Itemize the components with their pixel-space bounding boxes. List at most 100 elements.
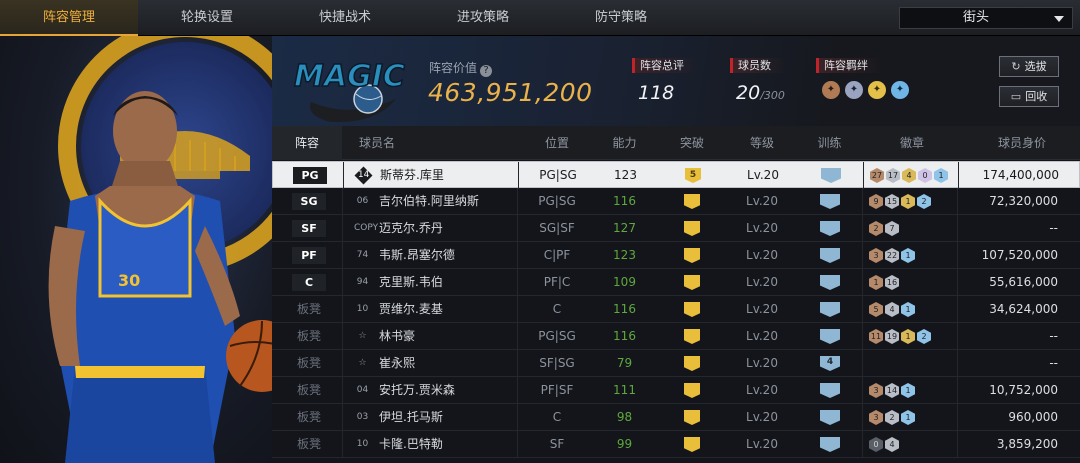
player-name[interactable]: 卡隆.巴特勒	[379, 431, 443, 458]
badge-icon: 17	[886, 168, 900, 183]
column-divider	[517, 377, 518, 404]
column-divider	[517, 215, 518, 242]
tab-offense[interactable]: 进攻策略	[414, 0, 552, 36]
player-name[interactable]: 韦斯.昂塞尔德	[379, 242, 455, 269]
player-level: Lv.20	[746, 356, 778, 370]
player-name[interactable]: 斯蒂芬.库里	[380, 162, 444, 189]
table-row[interactable]: 板凳 ☆ 林书豪 PG|SG 116 Lv.20 11 19 1 2 --	[272, 323, 1080, 350]
slot-bench: 板凳	[296, 410, 321, 424]
player-level: Lv.20	[746, 221, 778, 235]
bond-icon-3[interactable]: ✦	[868, 81, 886, 99]
badge-icon: 1	[901, 383, 915, 398]
player-level: Lv.20	[746, 194, 778, 208]
bond-icon-4[interactable]: ✦	[891, 81, 909, 99]
col-slot: 阵容	[272, 126, 342, 160]
player-name[interactable]: 伊坦.托马斯	[379, 404, 443, 431]
table-row[interactable]: 板凳 04 安托万.贾米森 PF|SF 111 Lv.20 3 14 1 10,752,000	[272, 377, 1080, 404]
jersey-number: 10	[356, 304, 369, 314]
player-name[interactable]: 吉尔伯特.阿里纳斯	[379, 188, 479, 215]
svg-text:30: 30	[118, 271, 140, 290]
training-icon	[820, 410, 840, 425]
badge-icon: 2	[917, 194, 931, 209]
col-badges: 徽章	[899, 136, 924, 150]
table-row[interactable]: 板凳 ☆ 崔永熙 SF|SG 79 Lv.20 4 --	[272, 350, 1080, 377]
slot-badge: C	[292, 274, 326, 291]
player-salary: --	[1049, 329, 1058, 343]
player-name[interactable]: 林书豪	[379, 323, 415, 350]
jersey-number: 94	[356, 277, 369, 287]
badge-icon: 22	[885, 248, 899, 263]
table-row[interactable]: PF 74 韦斯.昂塞尔德 C|PF 123 Lv.20 3 22 1 107,520,000	[272, 242, 1080, 269]
player-level: Lv.20	[746, 437, 778, 451]
player-ability: 79	[616, 356, 633, 370]
table-row[interactable]: SG 06 吉尔伯特.阿里纳斯 PG|SG 116 Lv.20 9 15 1 2 72,320,00…	[272, 188, 1080, 215]
player-count-value: 20/300	[736, 82, 785, 104]
table-row[interactable]: SF COPY 迈克尔.乔丹 SG|SF 127 Lv.20 2 7 --	[272, 215, 1080, 242]
table-row[interactable]: 板凳 03 伊坦.托马斯 C 98 Lv.20 3 2 1 960,000	[272, 404, 1080, 431]
tab-quick-tactics[interactable]: 快捷战术	[276, 0, 414, 36]
player-level: Lv.20	[746, 383, 778, 397]
tab-defense[interactable]: 防守策略	[552, 0, 690, 36]
player-ability: 116	[613, 329, 636, 343]
training-icon	[820, 275, 840, 290]
column-divider	[342, 188, 343, 215]
badge-icon: 16	[885, 275, 899, 290]
player-salary: 107,520,000	[981, 248, 1058, 262]
badge-icon: 3	[869, 383, 883, 398]
badge-list: 541	[869, 302, 915, 317]
column-divider	[862, 215, 863, 242]
player-level: Lv.20	[746, 302, 778, 316]
help-icon[interactable]: ?	[480, 65, 493, 77]
bond-icon-2[interactable]: ✦	[845, 81, 863, 99]
training-icon	[821, 168, 841, 183]
player-ability: 109	[613, 275, 636, 289]
roster-table: 阵容 球员名 位置 能力 突破 等级 训练 徽章 球员身价 PG 14 斯蒂芬.库里…	[272, 126, 1080, 463]
team-logo: MAGIC	[293, 58, 406, 122]
jersey-number: COPY	[354, 223, 379, 233]
table-row[interactable]: C 94 克里斯.韦伯 PF|C 109 Lv.20 1 16 55,616,000	[272, 269, 1080, 296]
mode-select[interactable]: 街头	[899, 7, 1073, 29]
player-name[interactable]: 迈克尔.乔丹	[379, 215, 443, 242]
tab-rotation[interactable]: 轮换设置	[138, 0, 276, 36]
breakthrough-icon	[684, 437, 700, 452]
player-name[interactable]: 贾维尔.麦基	[379, 296, 443, 323]
table-row[interactable]: 板凳 10 卡隆.巴特勒 SF 99 Lv.20 0 4 3,859,200	[272, 431, 1080, 458]
badge-icon: 3	[869, 410, 883, 425]
table-row[interactable]: PG 14 斯蒂芬.库里 PG|SG 123 5 Lv.20 27 17 4 0 1 174,400,0…	[272, 161, 1080, 189]
jersey-number: ☆	[358, 331, 367, 341]
slot-bench: 板凳	[296, 437, 321, 451]
column-divider	[863, 162, 864, 189]
player-ability: 111	[613, 383, 636, 397]
player-name[interactable]: 崔永熙	[379, 350, 415, 377]
player-salary: 55,616,000	[989, 275, 1058, 289]
column-divider	[862, 350, 863, 377]
badge-icon: 4	[902, 168, 916, 183]
badge-icon: 1	[869, 275, 883, 290]
badge-icon: 2	[917, 329, 931, 344]
bond-icon-1[interactable]: ✦	[822, 81, 840, 99]
breakthrough-icon	[684, 302, 700, 317]
column-divider	[862, 323, 863, 350]
column-divider	[862, 188, 863, 215]
training-icon	[820, 221, 840, 236]
player-level: Lv.20	[746, 410, 778, 424]
player-name[interactable]: 克里斯.韦伯	[379, 269, 443, 296]
column-divider	[862, 296, 863, 323]
player-position: PF|C	[543, 275, 571, 289]
overall-label: 阵容总评	[632, 58, 698, 73]
training-icon	[820, 194, 840, 209]
recycle-button[interactable]: ▭ 回收	[999, 86, 1059, 107]
badge-icon: 14	[885, 383, 899, 398]
badge-icon: 27	[870, 168, 884, 183]
badge-icon: 0	[869, 437, 883, 452]
badge-icon: 1	[901, 302, 915, 317]
table-row[interactable]: 板凳 10 贾维尔.麦基 C 116 Lv.20 5 4 1 34,624,000	[272, 296, 1080, 323]
player-salary: 72,320,000	[989, 194, 1058, 208]
badge-list: 1 16	[869, 275, 899, 290]
tab-lineup[interactable]: 阵容管理	[0, 0, 138, 36]
column-divider	[957, 350, 958, 377]
player-name[interactable]: 安托万.贾米森	[379, 377, 455, 404]
player-count-label: 球员数	[730, 58, 786, 73]
player-salary: 34,624,000	[989, 302, 1058, 316]
select-button[interactable]: ↻ 选拔	[999, 56, 1059, 77]
